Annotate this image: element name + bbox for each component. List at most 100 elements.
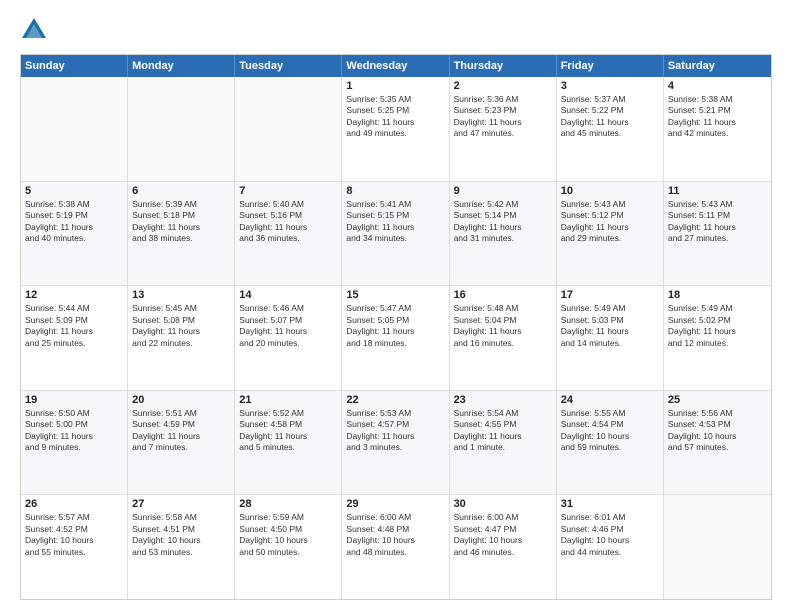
cal-cell-4-1: 27 Sunrise: 5:58 AM Sunset: 4:51 PM Dayli… — [128, 495, 235, 599]
cell-info: Sunrise: 5:58 AM Sunset: 4:51 PM Dayligh… — [132, 512, 230, 558]
day-number: 29 — [346, 498, 444, 510]
cell-info: Sunrise: 5:46 AM Sunset: 5:07 PM Dayligh… — [239, 303, 337, 349]
day-number: 3 — [561, 80, 659, 92]
cal-cell-1-0: 5 Sunrise: 5:38 AM Sunset: 5:19 PM Daylig… — [21, 182, 128, 286]
day-number: 24 — [561, 394, 659, 406]
cal-cell-2-3: 15 Sunrise: 5:47 AM Sunset: 5:05 PM Dayli… — [342, 286, 449, 390]
cell-info: Sunrise: 5:40 AM Sunset: 5:16 PM Dayligh… — [239, 199, 337, 245]
day-number: 18 — [668, 289, 767, 301]
cal-cell-3-0: 19 Sunrise: 5:50 AM Sunset: 5:00 PM Dayli… — [21, 391, 128, 495]
cal-cell-3-2: 21Sunrise: 5:52 AM Sunset: 4:58 PM Dayli… — [235, 391, 342, 495]
day-number: 5 — [25, 185, 123, 197]
day-number: 15 — [346, 289, 444, 301]
cal-cell-1-2: 7 Sunrise: 5:40 AM Sunset: 5:16 PM Daylig… — [235, 182, 342, 286]
day-number: 13 — [132, 289, 230, 301]
cal-cell-0-2 — [235, 77, 342, 181]
day-number: 28 — [239, 498, 337, 510]
calendar-row-4: 26 Sunrise: 5:57 AM Sunset: 4:52 PM Dayli… — [21, 495, 771, 599]
calendar-body: 1 Sunrise: 5:35 AM Sunset: 5:25 PM Daylig… — [21, 77, 771, 599]
cal-cell-2-5: 17 Sunrise: 5:49 AM Sunset: 5:03 PM Dayli… — [557, 286, 664, 390]
cell-info: Sunrise: 5:50 AM Sunset: 5:00 PM Dayligh… — [25, 408, 123, 454]
cell-info: Sunrise: 6:00 AM Sunset: 4:47 PM Dayligh… — [454, 512, 552, 558]
header — [20, 16, 772, 44]
cal-cell-4-0: 26 Sunrise: 5:57 AM Sunset: 4:52 PM Dayli… — [21, 495, 128, 599]
cal-cell-2-0: 12 Sunrise: 5:44 AM Sunset: 5:09 PM Dayli… — [21, 286, 128, 390]
cell-info: Sunrise: 5:37 AM Sunset: 5:22 PM Dayligh… — [561, 94, 659, 140]
day-number: 20 — [132, 394, 230, 406]
header-day-sunday: Sunday — [21, 55, 128, 77]
cal-cell-3-1: 20 Sunrise: 5:51 AM Sunset: 4:59 PM Dayli… — [128, 391, 235, 495]
day-number: 7 — [239, 185, 337, 197]
cell-info: Sunrise: 5:42 AM Sunset: 5:14 PM Dayligh… — [454, 199, 552, 245]
cell-info: Sunrise: 5:49 AM Sunset: 5:02 PM Dayligh… — [668, 303, 767, 349]
day-number: 16 — [454, 289, 552, 301]
cell-info: Sunrise: 5:53 AM Sunset: 4:57 PM Dayligh… — [346, 408, 444, 454]
cell-info: Sunrise: 5:48 AM Sunset: 5:04 PM Dayligh… — [454, 303, 552, 349]
day-number: 19 — [25, 394, 123, 406]
cal-cell-4-5: 31Sunrise: 6:01 AM Sunset: 4:46 PM Dayli… — [557, 495, 664, 599]
header-day-wednesday: Wednesday — [342, 55, 449, 77]
cal-cell-1-3: 8Sunrise: 5:41 AM Sunset: 5:15 PM Daylig… — [342, 182, 449, 286]
calendar-row-2: 12 Sunrise: 5:44 AM Sunset: 5:09 PM Dayli… — [21, 286, 771, 391]
cell-info: Sunrise: 5:59 AM Sunset: 4:50 PM Dayligh… — [239, 512, 337, 558]
calendar-row-3: 19 Sunrise: 5:50 AM Sunset: 5:00 PM Dayli… — [21, 391, 771, 496]
cell-info: Sunrise: 5:35 AM Sunset: 5:25 PM Dayligh… — [346, 94, 444, 140]
cal-cell-0-0 — [21, 77, 128, 181]
calendar: SundayMondayTuesdayWednesdayThursdayFrid… — [20, 54, 772, 600]
cal-cell-1-6: 11 Sunrise: 5:43 AM Sunset: 5:11 PM Dayli… — [664, 182, 771, 286]
day-number: 21 — [239, 394, 337, 406]
day-number: 22 — [346, 394, 444, 406]
calendar-row-0: 1 Sunrise: 5:35 AM Sunset: 5:25 PM Daylig… — [21, 77, 771, 182]
cell-info: Sunrise: 5:55 AM Sunset: 4:54 PM Dayligh… — [561, 408, 659, 454]
cell-info: Sunrise: 5:43 AM Sunset: 5:11 PM Dayligh… — [668, 199, 767, 245]
cal-cell-2-6: 18 Sunrise: 5:49 AM Sunset: 5:02 PM Dayli… — [664, 286, 771, 390]
day-number: 17 — [561, 289, 659, 301]
day-number: 27 — [132, 498, 230, 510]
cal-cell-2-1: 13Sunrise: 5:45 AM Sunset: 5:08 PM Dayli… — [128, 286, 235, 390]
day-number: 26 — [25, 498, 123, 510]
cal-cell-3-4: 23Sunrise: 5:54 AM Sunset: 4:55 PM Dayli… — [450, 391, 557, 495]
cal-cell-3-3: 22 Sunrise: 5:53 AM Sunset: 4:57 PM Dayli… — [342, 391, 449, 495]
cell-info: Sunrise: 6:00 AM Sunset: 4:48 PM Dayligh… — [346, 512, 444, 558]
day-number: 11 — [668, 185, 767, 197]
cell-info: Sunrise: 5:47 AM Sunset: 5:05 PM Dayligh… — [346, 303, 444, 349]
cell-info: Sunrise: 5:38 AM Sunset: 5:21 PM Dayligh… — [668, 94, 767, 140]
day-number: 2 — [454, 80, 552, 92]
day-number: 1 — [346, 80, 444, 92]
calendar-row-1: 5 Sunrise: 5:38 AM Sunset: 5:19 PM Daylig… — [21, 182, 771, 287]
header-day-monday: Monday — [128, 55, 235, 77]
cal-cell-3-6: 25Sunrise: 5:56 AM Sunset: 4:53 PM Dayli… — [664, 391, 771, 495]
cell-info: Sunrise: 5:49 AM Sunset: 5:03 PM Dayligh… — [561, 303, 659, 349]
cell-info: Sunrise: 5:56 AM Sunset: 4:53 PM Dayligh… — [668, 408, 767, 454]
cal-cell-2-4: 16 Sunrise: 5:48 AM Sunset: 5:04 PM Dayli… — [450, 286, 557, 390]
logo — [20, 16, 52, 44]
cell-info: Sunrise: 5:57 AM Sunset: 4:52 PM Dayligh… — [25, 512, 123, 558]
cal-cell-0-6: 4 Sunrise: 5:38 AM Sunset: 5:21 PM Daylig… — [664, 77, 771, 181]
page: SundayMondayTuesdayWednesdayThursdayFrid… — [0, 0, 792, 612]
day-number: 12 — [25, 289, 123, 301]
cal-cell-0-3: 1 Sunrise: 5:35 AM Sunset: 5:25 PM Daylig… — [342, 77, 449, 181]
cal-cell-3-5: 24 Sunrise: 5:55 AM Sunset: 4:54 PM Dayli… — [557, 391, 664, 495]
cal-cell-1-4: 9 Sunrise: 5:42 AM Sunset: 5:14 PM Daylig… — [450, 182, 557, 286]
header-day-friday: Friday — [557, 55, 664, 77]
cal-cell-0-4: 2Sunrise: 5:36 AM Sunset: 5:23 PM Daylig… — [450, 77, 557, 181]
cal-cell-1-1: 6Sunrise: 5:39 AM Sunset: 5:18 PM Daylig… — [128, 182, 235, 286]
day-number: 10 — [561, 185, 659, 197]
day-number: 4 — [668, 80, 767, 92]
cal-cell-0-5: 3 Sunrise: 5:37 AM Sunset: 5:22 PM Daylig… — [557, 77, 664, 181]
cal-cell-2-2: 14Sunrise: 5:46 AM Sunset: 5:07 PM Dayli… — [235, 286, 342, 390]
day-number: 30 — [454, 498, 552, 510]
cell-info: Sunrise: 5:38 AM Sunset: 5:19 PM Dayligh… — [25, 199, 123, 245]
day-number: 8 — [346, 185, 444, 197]
cell-info: Sunrise: 5:43 AM Sunset: 5:12 PM Dayligh… — [561, 199, 659, 245]
header-day-saturday: Saturday — [664, 55, 771, 77]
cal-cell-4-3: 29 Sunrise: 6:00 AM Sunset: 4:48 PM Dayli… — [342, 495, 449, 599]
cal-cell-4-2: 28 Sunrise: 5:59 AM Sunset: 4:50 PM Dayli… — [235, 495, 342, 599]
header-day-tuesday: Tuesday — [235, 55, 342, 77]
day-number: 23 — [454, 394, 552, 406]
day-number: 9 — [454, 185, 552, 197]
cell-info: Sunrise: 5:44 AM Sunset: 5:09 PM Dayligh… — [25, 303, 123, 349]
calendar-header: SundayMondayTuesdayWednesdayThursdayFrid… — [21, 55, 771, 77]
cell-info: Sunrise: 5:39 AM Sunset: 5:18 PM Dayligh… — [132, 199, 230, 245]
cell-info: Sunrise: 5:51 AM Sunset: 4:59 PM Dayligh… — [132, 408, 230, 454]
